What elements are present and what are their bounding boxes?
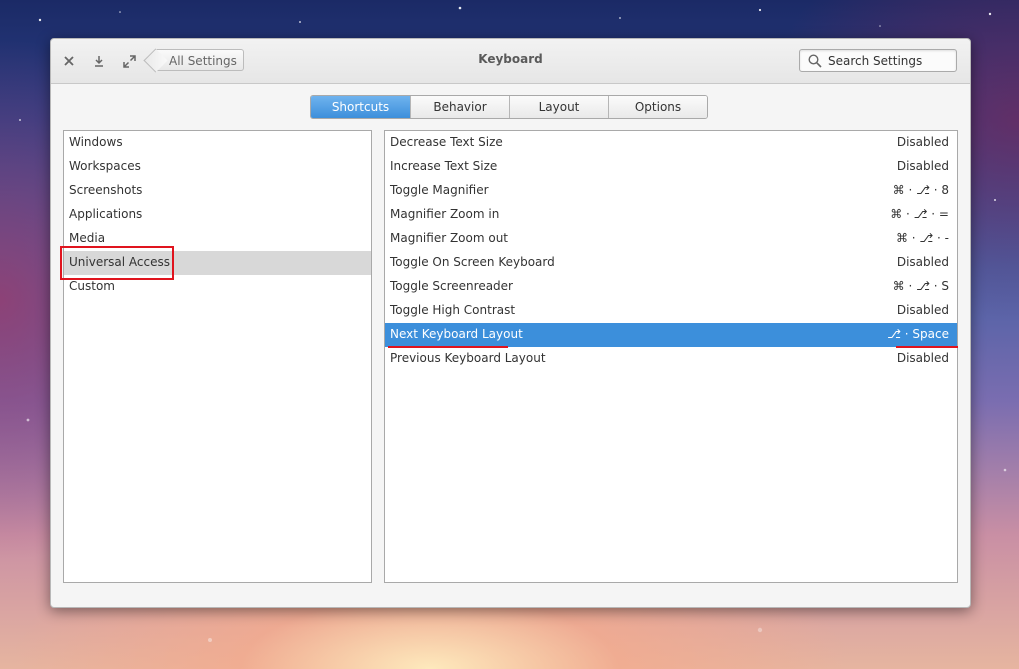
shortcut-accel[interactable]: ⌘ · ⎇ · 8 <box>893 179 949 201</box>
category-list: Windows Workspaces Screenshots Applicati… <box>63 130 372 583</box>
shortcut-label: Magnifier Zoom out <box>390 231 509 245</box>
category-windows[interactable]: Windows <box>64 131 371 155</box>
shortcut-accel[interactable]: Disabled <box>897 155 949 177</box>
shortcut-label: Decrease Text Size <box>390 135 503 149</box>
shortcut-accel[interactable]: ⌘ · ⎇ · - <box>896 227 949 249</box>
settings-window: All Settings Keyboard Shortcuts Behavior… <box>50 38 971 608</box>
shortcut-row[interactable]: Toggle High Contrast Disabled <box>385 299 957 323</box>
shortcut-label: Toggle Magnifier <box>390 183 489 197</box>
shortcut-row[interactable]: Magnifier Zoom out ⌘ · ⎇ · - <box>385 227 957 251</box>
shortcut-accel[interactable]: ⌘ · ⎇ · = <box>890 203 949 225</box>
category-media[interactable]: Media <box>64 227 371 251</box>
shortcut-label: Next Keyboard Layout <box>390 327 523 341</box>
shortcut-accel[interactable]: Disabled <box>897 131 949 153</box>
shortcut-accel[interactable]: Disabled <box>897 251 949 273</box>
shortcut-row[interactable]: Toggle On Screen Keyboard Disabled <box>385 251 957 275</box>
shortcut-row[interactable]: Toggle Magnifier ⌘ · ⎇ · 8 <box>385 179 957 203</box>
shortcut-label: Increase Text Size <box>390 159 498 173</box>
shortcut-row[interactable]: Toggle Screenreader ⌘ · ⎇ · S <box>385 275 957 299</box>
shortcut-accel[interactable]: Disabled <box>897 299 949 321</box>
titlebar: All Settings Keyboard <box>51 39 970 84</box>
shortcut-label: Toggle Screenreader <box>390 279 513 293</box>
category-workspaces[interactable]: Workspaces <box>64 155 371 179</box>
shortcut-row[interactable]: Previous Keyboard Layout Disabled <box>385 347 957 371</box>
tab-layout[interactable]: Layout <box>509 96 608 118</box>
search-icon <box>808 54 822 68</box>
tab-bar: Shortcuts Behavior Layout Options <box>310 95 708 119</box>
category-screenshots[interactable]: Screenshots <box>64 179 371 203</box>
shortcut-list: Decrease Text Size Disabled Increase Tex… <box>384 130 958 583</box>
shortcut-label: Previous Keyboard Layout <box>390 351 546 365</box>
shortcut-label: Magnifier Zoom in <box>390 207 500 221</box>
shortcut-row[interactable]: Decrease Text Size Disabled <box>385 131 957 155</box>
shortcut-row[interactable]: Increase Text Size Disabled <box>385 155 957 179</box>
shortcut-label: Toggle High Contrast <box>390 303 516 317</box>
tab-options[interactable]: Options <box>608 96 707 118</box>
shortcut-accel[interactable]: Disabled <box>897 347 949 369</box>
search-field[interactable] <box>799 49 957 72</box>
search-input[interactable] <box>828 52 952 69</box>
shortcut-label: Toggle On Screen Keyboard <box>390 255 555 269</box>
category-applications[interactable]: Applications <box>64 203 371 227</box>
shortcut-row-selected[interactable]: Next Keyboard Layout ⎇ · Space <box>385 323 957 347</box>
category-universal-access[interactable]: Universal Access <box>64 251 371 275</box>
shortcut-accel[interactable]: ⌘ · ⎇ · S <box>893 275 949 297</box>
category-custom[interactable]: Custom <box>64 275 371 299</box>
tab-behavior[interactable]: Behavior <box>410 96 509 118</box>
tab-shortcuts[interactable]: Shortcuts <box>311 96 410 118</box>
shortcut-accel[interactable]: ⎇ · Space <box>887 323 949 345</box>
shortcut-row[interactable]: Magnifier Zoom in ⌘ · ⎇ · = <box>385 203 957 227</box>
